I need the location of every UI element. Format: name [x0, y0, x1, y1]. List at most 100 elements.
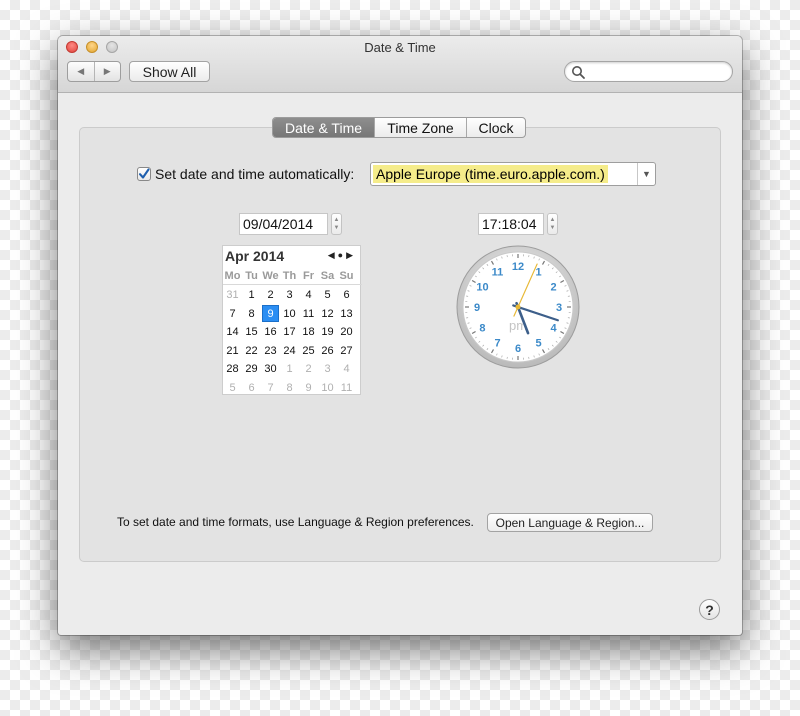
chevron-up-icon[interactable]: ▲ — [550, 216, 556, 224]
calendar-day[interactable]: 18 — [299, 323, 318, 342]
auto-set-checkbox[interactable] — [137, 167, 151, 181]
calendar-day-label: 15 — [245, 326, 258, 339]
clock-numeral: 9 — [474, 302, 480, 314]
calendar-day[interactable]: 17 — [280, 323, 299, 342]
clock-numeral: 12 — [512, 261, 524, 273]
calendar-day-label: 28 — [226, 363, 239, 376]
calendar-day[interactable]: 4 — [337, 360, 356, 379]
calendar-day-label: 5 — [229, 381, 236, 394]
calendar-day[interactable]: 20 — [337, 323, 356, 342]
search-icon — [572, 66, 585, 79]
calendar-day-label: 11 — [302, 307, 315, 320]
calendar-day[interactable]: 4 — [299, 286, 318, 305]
calendar-day[interactable]: 5 — [318, 286, 337, 305]
calendar-day-label: 5 — [324, 289, 331, 302]
calendar-day[interactable]: 7 — [223, 305, 242, 324]
time-stepper[interactable]: ▲ ▼ — [547, 213, 558, 235]
calendar-day[interactable]: 16 — [261, 323, 280, 342]
calendar-day[interactable]: 6 — [337, 286, 356, 305]
calendar-day[interactable]: 24 — [280, 342, 299, 361]
clock-numeral: 5 — [535, 338, 541, 350]
calendar-day[interactable]: 5 — [223, 379, 242, 398]
calendar-day[interactable]: 28 — [223, 360, 242, 379]
calendar-day-label: 6 — [343, 289, 350, 302]
calendar-day-label: 25 — [302, 344, 315, 357]
calendar-day[interactable]: 19 — [318, 323, 337, 342]
show-all-button[interactable]: Show All — [129, 61, 210, 82]
clock-numeral: 6 — [515, 343, 521, 355]
calendar-day[interactable]: 2 — [261, 286, 280, 305]
calendar-day[interactable]: 31 — [223, 286, 242, 305]
calendar-day[interactable]: 8 — [280, 379, 299, 398]
calendar-day[interactable]: 3 — [280, 286, 299, 305]
clock-center-pin — [515, 304, 521, 310]
calendar-day-label: 23 — [264, 344, 277, 357]
forward-icon[interactable]: ▶ — [95, 62, 121, 81]
calendar-day-selected[interactable]: 9 — [261, 305, 280, 324]
calendar-weekday: Fr — [303, 270, 314, 282]
calendar-day-label: 21 — [226, 344, 239, 357]
calendar-day[interactable]: 3 — [318, 360, 337, 379]
date-stepper[interactable]: ▲ ▼ — [331, 213, 342, 235]
next-month-icon[interactable]: ▶ — [346, 250, 356, 260]
calendar-day-label: 14 — [226, 326, 239, 339]
previous-month-icon[interactable]: ◀ — [328, 250, 338, 260]
calendar-day[interactable]: 29 — [242, 360, 261, 379]
search-field[interactable] — [564, 61, 733, 82]
calendar-day[interactable]: 6 — [242, 379, 261, 398]
analog-clock: 12 1234567891011 pm — [456, 245, 580, 369]
calendar-day[interactable]: 1 — [280, 360, 299, 379]
tab-date-time[interactable]: Date & Time — [273, 118, 375, 137]
preferences-window: Date & Time ◀ ▶ Show All Date & Time Tim… — [58, 36, 742, 635]
date-field[interactable]: 09/04/2014 — [239, 213, 328, 235]
calendar-day-label: 6 — [248, 381, 255, 394]
open-language-region-button[interactable]: Open Language & Region... — [487, 513, 653, 532]
calendar-day[interactable]: 2 — [299, 360, 318, 379]
calendar-day[interactable]: 12 — [318, 305, 337, 324]
time-field[interactable]: 17:18:04 — [478, 213, 544, 235]
clock-numeral: 11 — [492, 266, 504, 278]
back-icon[interactable]: ◀ — [68, 62, 95, 81]
calendar-grid: 31 1 2 3 4 5 6 7 8 9 10 11 12 13 14 15 16 17 18 19 20 21 22 23 2… — [223, 286, 362, 397]
calendar: Apr 2014 ◀●▶ Mo Tu We Th Fr Sa Su 31 1 2 3 4 5 6 7 8 9 1… — [222, 245, 362, 397]
calendar-day[interactable]: 21 — [223, 342, 242, 361]
tab-time-zone[interactable]: Time Zone — [375, 118, 467, 137]
today-dot-icon[interactable]: ● — [338, 250, 346, 260]
calendar-day[interactable]: 1 — [242, 286, 261, 305]
calendar-day-label: 8 — [286, 381, 293, 394]
chevron-down-icon[interactable]: ▼ — [637, 163, 655, 185]
tab-clock[interactable]: Clock — [467, 118, 525, 137]
calendar-day[interactable]: 22 — [242, 342, 261, 361]
calendar-day-label: 26 — [321, 344, 334, 357]
calendar-day[interactable]: 8 — [242, 305, 261, 324]
calendar-weekdays: Mo Tu We Th Fr Sa Su — [223, 268, 362, 285]
calendar-month-label: Apr 2014 — [225, 248, 285, 264]
calendar-day-label: 1 — [248, 289, 255, 302]
clock-numeral: 3 — [556, 302, 562, 314]
calendar-day-label: 29 — [245, 363, 258, 376]
time-server-combobox[interactable]: Apple Europe (time.euro.apple.com.) ▼ — [370, 162, 656, 186]
calendar-day[interactable]: 7 — [261, 379, 280, 398]
calendar-day[interactable]: 11 — [337, 379, 356, 398]
search-input[interactable] — [587, 64, 727, 80]
chevron-down-icon[interactable]: ▼ — [550, 224, 556, 232]
window-title: Date & Time — [364, 40, 436, 55]
calendar-day[interactable]: 10 — [318, 379, 337, 398]
content-panel — [79, 127, 721, 562]
calendar-day[interactable]: 15 — [242, 323, 261, 342]
time-server-value[interactable]: Apple Europe (time.euro.apple.com.) — [373, 165, 608, 183]
calendar-day[interactable]: 14 — [223, 323, 242, 342]
chevron-down-icon[interactable]: ▼ — [334, 224, 340, 232]
calendar-day[interactable]: 11 — [299, 305, 318, 324]
help-button[interactable]: ? — [699, 599, 720, 620]
calendar-day[interactable]: 26 — [318, 342, 337, 361]
calendar-day[interactable]: 23 — [261, 342, 280, 361]
calendar-day[interactable]: 27 — [337, 342, 356, 361]
chevron-up-icon[interactable]: ▲ — [334, 216, 340, 224]
calendar-day[interactable]: 30 — [261, 360, 280, 379]
calendar-day-label: 22 — [245, 344, 258, 357]
calendar-day[interactable]: 10 — [280, 305, 299, 324]
calendar-day[interactable]: 13 — [337, 305, 356, 324]
calendar-day[interactable]: 9 — [299, 379, 318, 398]
calendar-day[interactable]: 25 — [299, 342, 318, 361]
